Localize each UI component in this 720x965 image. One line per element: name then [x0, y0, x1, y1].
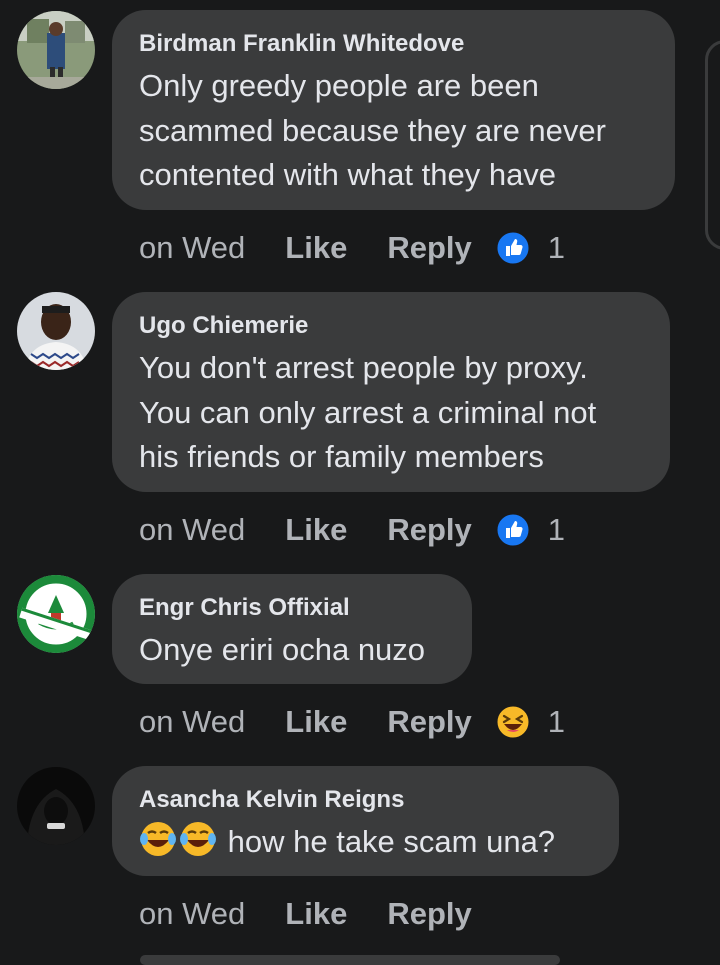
comment-timestamp[interactable]: on Wed [139, 512, 245, 548]
comment-text: how he take scam una? [227, 824, 556, 859]
like-button[interactable]: Like [285, 512, 347, 548]
like-button[interactable]: Like [285, 230, 347, 266]
reaction-count[interactable]: 1 [548, 230, 565, 266]
comment-timestamp[interactable]: on Wed [139, 704, 245, 740]
comment-author[interactable]: Birdman Franklin Whitedove [139, 30, 647, 58]
comment-text: Only greedy people are been scammed beca… [139, 68, 606, 192]
comment-actions: on Wed Like Reply [139, 894, 496, 934]
comment-author[interactable]: Ugo Chiemerie [139, 312, 642, 340]
comment-author[interactable]: Asancha Kelvin Reigns [139, 786, 591, 814]
like-reaction-icon[interactable] [496, 231, 530, 265]
reply-button[interactable]: Reply [387, 512, 471, 548]
like-button[interactable]: Like [285, 896, 347, 932]
comment-timestamp[interactable]: on Wed [139, 230, 245, 266]
like-button[interactable]: Like [285, 704, 347, 740]
comment-actions: on Wed Like Reply 1 [139, 228, 565, 268]
avatar[interactable] [17, 292, 95, 370]
comment-text-row: how he take scam una? [139, 820, 591, 865]
comment-actions: on Wed Like Reply 1 [139, 702, 565, 742]
comment-bubble: Asancha Kelvin Reigns how he take scam u… [112, 766, 619, 876]
comment-text: You don't arrest people by proxy. You ca… [139, 350, 597, 474]
comment-bubble: Birdman Franklin Whitedove Only greedy p… [112, 10, 675, 210]
reaction-count[interactable]: 1 [548, 512, 565, 548]
avatar[interactable] [17, 575, 95, 653]
reply-button[interactable]: Reply [387, 704, 471, 740]
comment-actions: on Wed Like Reply 1 [139, 510, 565, 550]
avatar[interactable] [17, 11, 95, 89]
laughing-tears-emoji-icon [140, 822, 176, 856]
comment-text: Onye eriri ocha nuzo [139, 632, 426, 667]
next-comment-bubble-edge [140, 955, 560, 965]
avatar[interactable] [17, 767, 95, 845]
comment-timestamp[interactable]: on Wed [139, 896, 245, 932]
comment-bubble: Ugo Chiemerie You don't arrest people by… [112, 292, 670, 492]
haha-reaction-icon[interactable] [496, 705, 530, 739]
reply-button[interactable]: Reply [387, 896, 471, 932]
side-panel-edge [705, 40, 720, 250]
reply-button[interactable]: Reply [387, 230, 471, 266]
like-reaction-icon[interactable] [496, 513, 530, 547]
comment-bubble: Engr Chris Offixial Onye eriri ocha nuzo [112, 574, 472, 684]
comment-author[interactable]: Engr Chris Offixial [139, 594, 444, 622]
laughing-tears-emoji-icon [180, 822, 216, 856]
reaction-count[interactable]: 1 [548, 704, 565, 740]
